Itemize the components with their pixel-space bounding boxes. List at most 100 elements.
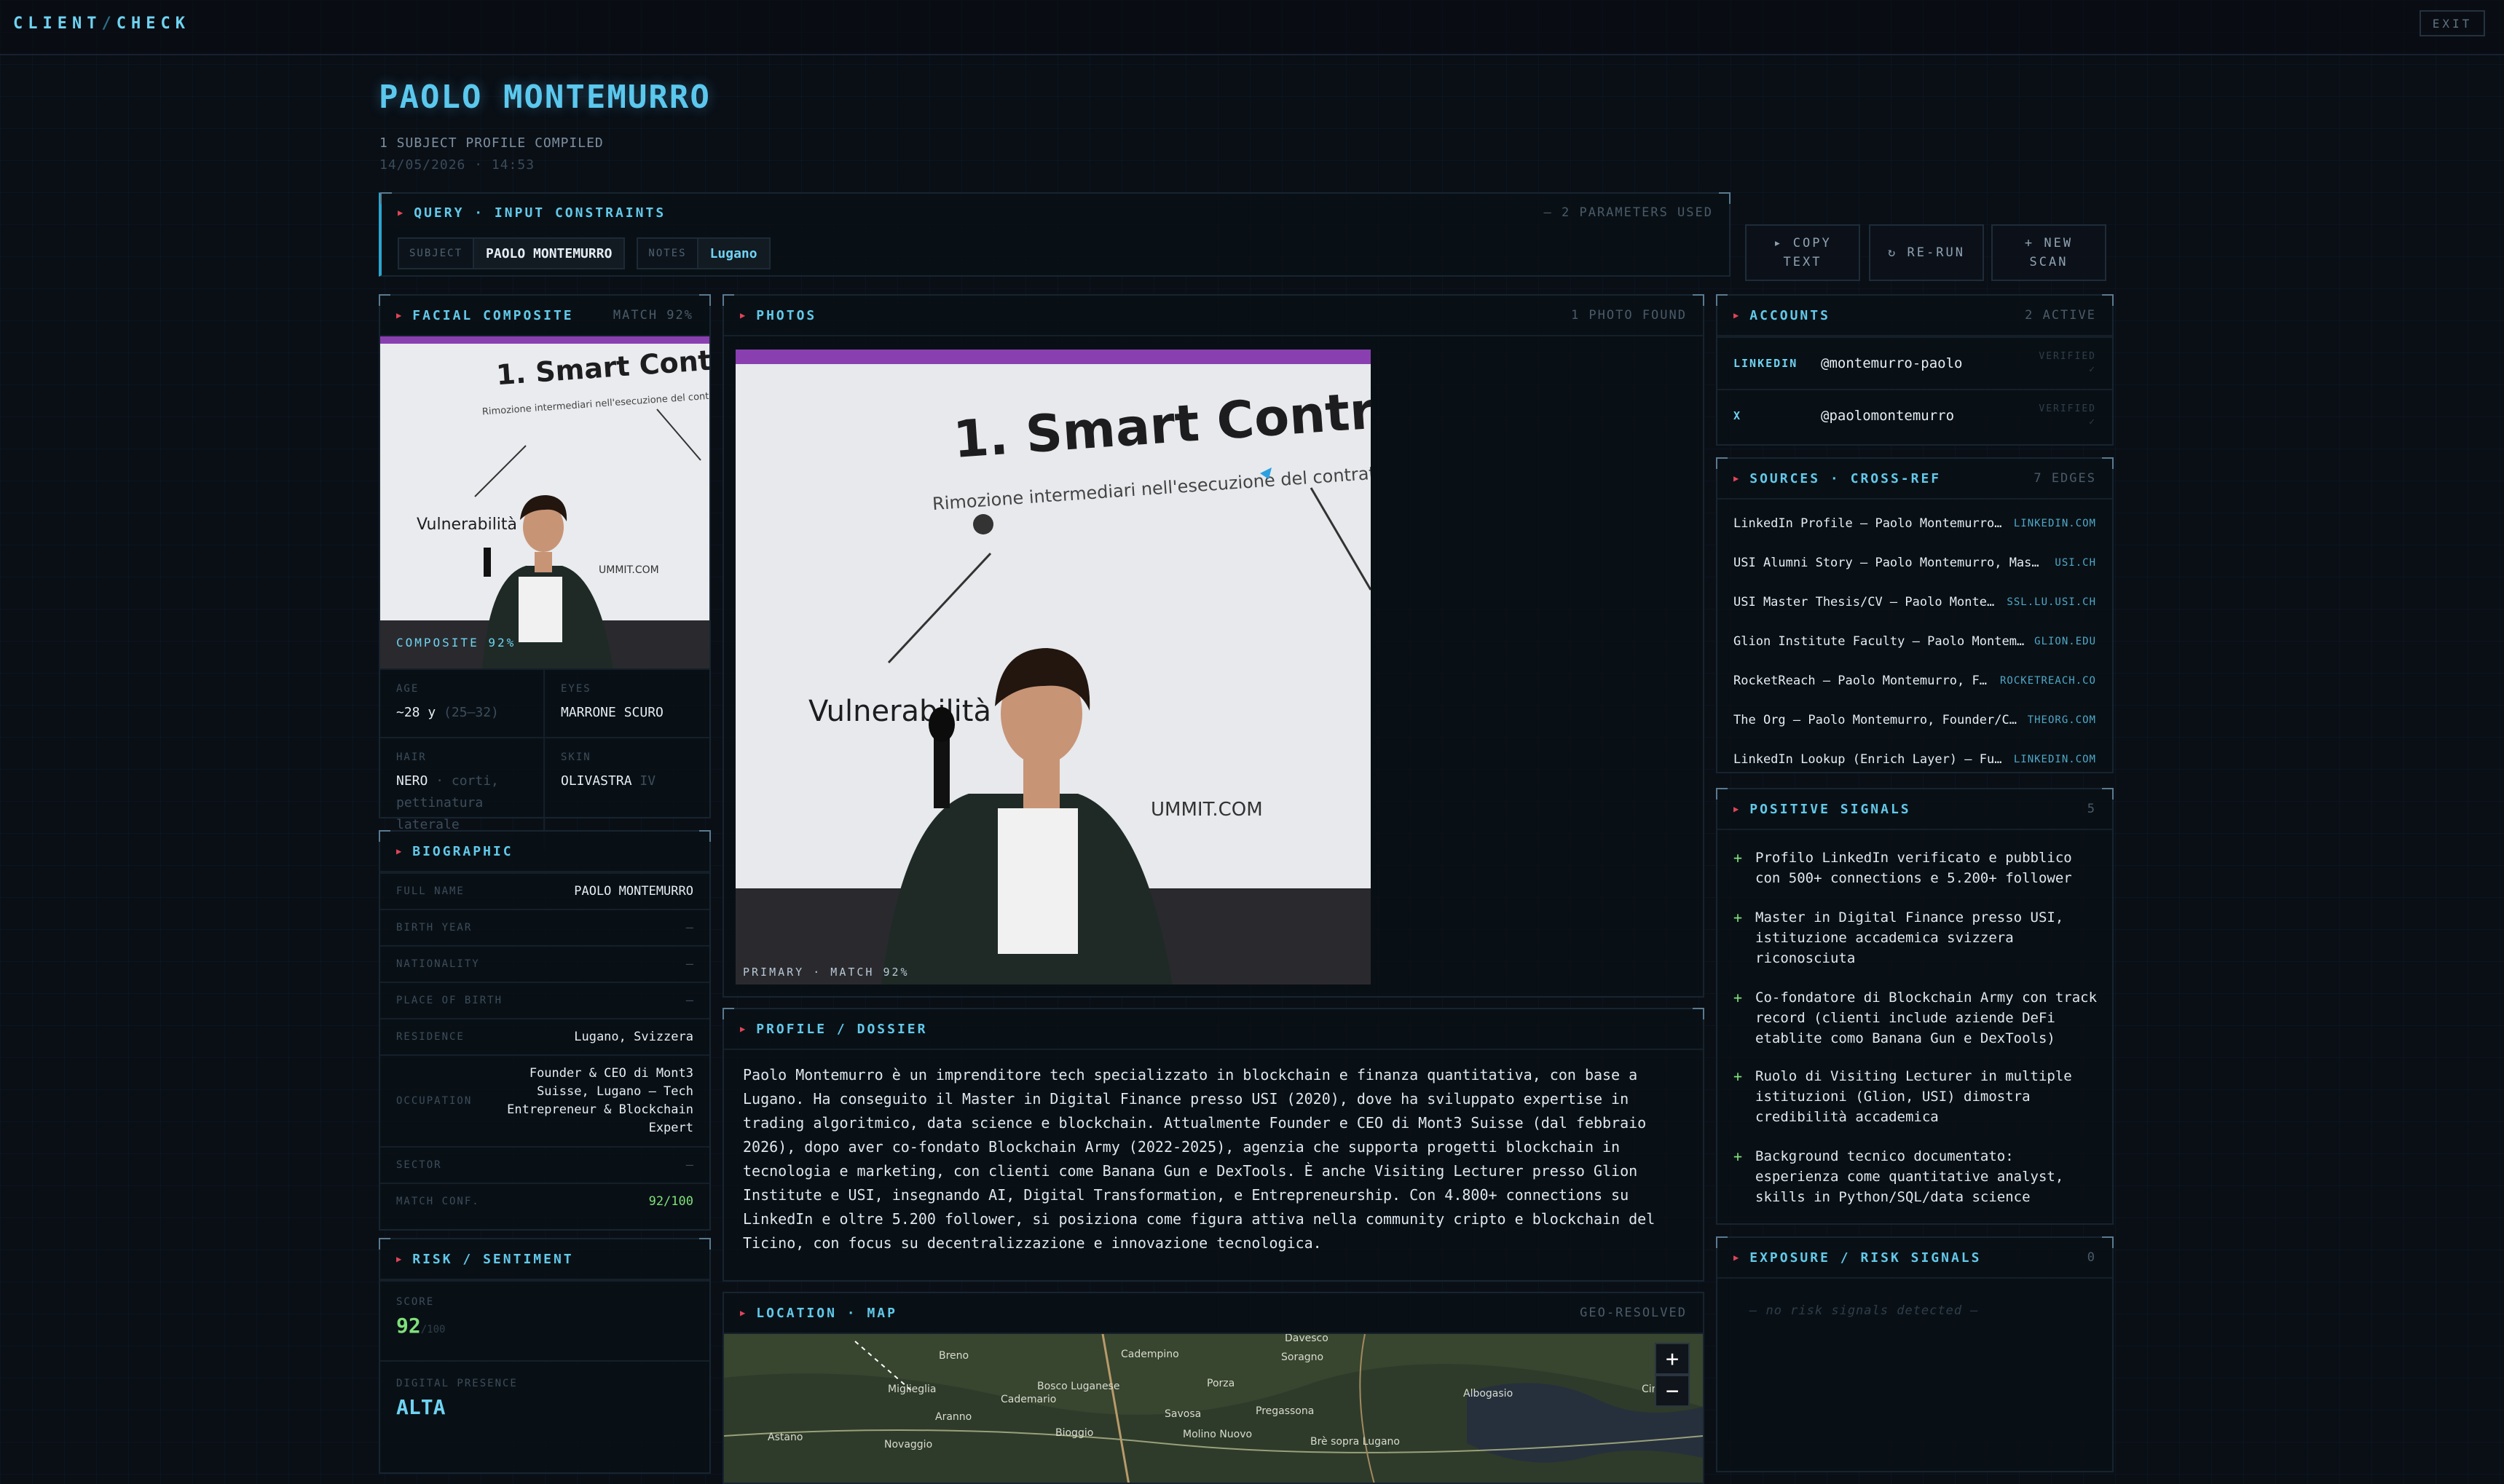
triangle-icon: ▶ [396, 310, 404, 320]
exposure-meta: 0 [2087, 1250, 2096, 1265]
location-map-panel: ▶ LOCATION · MAP GEO-RESOLVED Davesco Sor… [723, 1292, 1704, 1484]
age-attribute: AGE ~28 y (25–32) [380, 668, 545, 737]
source-title: USI Alumni Story — Paolo Montemurro, Mas… [1733, 556, 2047, 570]
triangle-icon: ▶ [740, 310, 748, 320]
signal-text: Background tecnico documentato: esperien… [1755, 1148, 2064, 1205]
zoom-out-button[interactable]: − [1655, 1375, 1690, 1407]
timestamp: 14/05/2026 · 14:53 [379, 157, 535, 173]
bio-row-occupation: OCCUPATION Founder & CEO di Mont3 Suisse… [380, 1054, 709, 1146]
score-value: 92/100 [396, 1314, 446, 1338]
attr-value: NERO · corti, pettinatura laterale [396, 773, 499, 832]
new-scan-button[interactable]: + NEW SCAN [1991, 224, 2106, 281]
primary-photo[interactable]: 1. Smart Contracts Rimozione intermediar… [736, 350, 1371, 984]
source-domain: SSL.LU.USI.CH [2007, 596, 2096, 608]
rerun-button[interactable]: ↻ RE-RUN [1869, 224, 1984, 281]
score-block: SCORE 92/100 [380, 1280, 709, 1360]
accounts-title: ▶ ACCOUNTS [1733, 307, 1830, 323]
chip-key: NOTES [638, 239, 698, 268]
source-domain: LINKEDIN.COM [2013, 518, 2096, 529]
source-link[interactable]: USI Alumni Story — Paolo Montemurro, Mas… [1717, 543, 2112, 583]
triangle-icon: ▶ [740, 1024, 748, 1034]
positive-title: ▶ POSITIVE SIGNALS [1733, 801, 1911, 817]
dossier-text: Paolo Montemurro è un imprenditore tech … [743, 1066, 1655, 1252]
no-risk-message: — no risk signals detected — [1749, 1303, 1979, 1318]
exit-button[interactable]: EXIT [2420, 10, 2485, 36]
map-place-label: Savosa [1165, 1408, 1201, 1420]
signal-item: + Profilo LinkedIn verificato e pubblico … [1733, 848, 2098, 888]
dossier-panel: ▶ PROFILE / DOSSIER Paolo Montemurro è un… [723, 1008, 1704, 1282]
map-place-label: Brè sopra Lugano [1310, 1436, 1400, 1448]
map-place-label: Pregassona [1256, 1405, 1314, 1417]
signal-item: + Co-fondatore di Blockchain Army con tra… [1733, 987, 2098, 1049]
source-title: LinkedIn Lookup (Enrich Layer) — Full Pr… [1733, 752, 2005, 767]
map-place-label: Porza [1207, 1378, 1235, 1389]
source-link[interactable]: LinkedIn Profile — Paolo Montemurro, Fou… [1717, 504, 2112, 543]
account-x[interactable]: X @paolomontemurro VERIFIED ✓ [1717, 389, 2112, 441]
plus-icon: + [1733, 849, 1743, 867]
presence-key: DIGITAL PRESENCE [396, 1378, 518, 1389]
slide-word-text: Vulnerabilità [417, 516, 517, 534]
accounts-meta: 2 ACTIVE [2025, 308, 2096, 323]
triangle-icon: ▶ [1733, 473, 1741, 484]
triangle-icon: ▶ [1733, 1252, 1741, 1263]
bio-row-nationality: NATIONALITY — [380, 945, 709, 982]
signal-text: Master in Digital Finance presso USI, is… [1755, 909, 2064, 966]
row-value: — [685, 992, 693, 1008]
brand-logo: CLIENT/CHECK [13, 15, 190, 33]
score-key: SCORE [396, 1296, 435, 1308]
row-key: RESIDENCE [396, 1031, 465, 1043]
map-view[interactable]: Davesco Soragno Breno Cadempino Bosco Lu… [724, 1334, 1703, 1483]
row-value: Lugano, Svizzera [574, 1029, 693, 1044]
notes-chip[interactable]: NOTES Lugano [637, 237, 771, 269]
source-link[interactable]: LinkedIn Lookup (Enrich Layer) — Full Pr… [1717, 740, 2112, 779]
source-link[interactable]: USI Master Thesis/CV — Paolo Montemurro S… [1717, 583, 2112, 622]
source-title: USI Master Thesis/CV — Paolo Montemurro [1733, 595, 1999, 609]
presence-block: DIGITAL PRESENCE ALTA [380, 1360, 709, 1440]
source-link[interactable]: The Org — Paolo Montemurro, Founder/CEO T… [1717, 700, 2112, 740]
positive-meta: 5 [2087, 802, 2096, 816]
map-place-label: Davesco [1285, 1334, 1328, 1344]
biographic-header: ▶ BIOGRAPHIC [380, 832, 709, 872]
composite-label: COMPOSITE 92% [396, 636, 516, 650]
plus-icon: + [1733, 1148, 1743, 1165]
triangle-icon: ▶ [396, 846, 404, 856]
zoom-in-button[interactable]: + [1655, 1343, 1690, 1375]
verified-badge: VERIFIED ✓ [2039, 351, 2096, 375]
map-meta: GEO-RESOLVED [1580, 1306, 1687, 1320]
map-place-label: Astano [768, 1432, 803, 1443]
subject-name-title: PAOLO MONTEMURRO [379, 79, 711, 116]
row-value: — [685, 956, 693, 971]
signal-text: Ruolo di Visiting Lecturer in multiple i… [1755, 1068, 2072, 1125]
slide-site-text: UMMIT.COM [1151, 799, 1263, 821]
row-value: — [685, 920, 693, 935]
chip-key: SUBJECT [399, 239, 475, 268]
source-title: RocketReach — Paolo Montemurro, Founder [1733, 674, 1991, 688]
accounts-header: ▶ ACCOUNTS 2 ACTIVE [1717, 296, 2112, 336]
account-linkedin[interactable]: LINKEDIN @montemurro-paolo VERIFIED ✓ [1717, 336, 2112, 389]
row-key: BIRTH YEAR [396, 922, 473, 934]
accounts-panel: ▶ ACCOUNTS 2 ACTIVE LINKEDIN @montemurro-… [1716, 294, 2114, 446]
sources-meta: 7 EDGES [2033, 471, 2096, 486]
row-key: FULL NAME [396, 885, 465, 897]
account-handle: @paolomontemurro [1821, 408, 1955, 424]
query-chips: SUBJECT PAOLO MONTEMURRO NOTES Lugano [398, 237, 771, 269]
presence-value: ALTA [396, 1395, 446, 1419]
source-link[interactable]: Glion Institute Faculty — Paolo Montemur… [1717, 622, 2112, 661]
bio-row-sector: SECTOR — [380, 1146, 709, 1183]
copy-text-button[interactable]: ▸ COPY TEXT [1745, 224, 1860, 281]
map-place-label: Cadempino [1121, 1349, 1179, 1360]
source-domain: THEORG.COM [2027, 714, 2096, 726]
row-value: — [685, 1157, 693, 1172]
subject-chip[interactable]: SUBJECT PAOLO MONTEMURRO [398, 237, 626, 269]
facial-attributes: AGE ~28 y (25–32) EYES MARRONE SCURO HAI… [380, 668, 709, 849]
map-place-label: Molino Nuovo [1183, 1429, 1252, 1440]
row-value: Founder & CEO di Mont3 Suisse, Lugano — … [507, 1066, 693, 1135]
triangle-icon: ▶ [740, 1308, 748, 1318]
row-key: OCCUPATION [396, 1095, 473, 1107]
source-link[interactable]: RocketReach — Paolo Montemurro, Founder R… [1717, 661, 2112, 700]
plus-icon: + [1733, 909, 1743, 926]
plus-icon: + [1733, 989, 1743, 1006]
bio-row-match-conf: MATCH CONF. 92/100 [380, 1183, 709, 1219]
account-handle: @montemurro-paolo [1821, 355, 1963, 371]
source-domain: USI.CH [2055, 557, 2096, 569]
